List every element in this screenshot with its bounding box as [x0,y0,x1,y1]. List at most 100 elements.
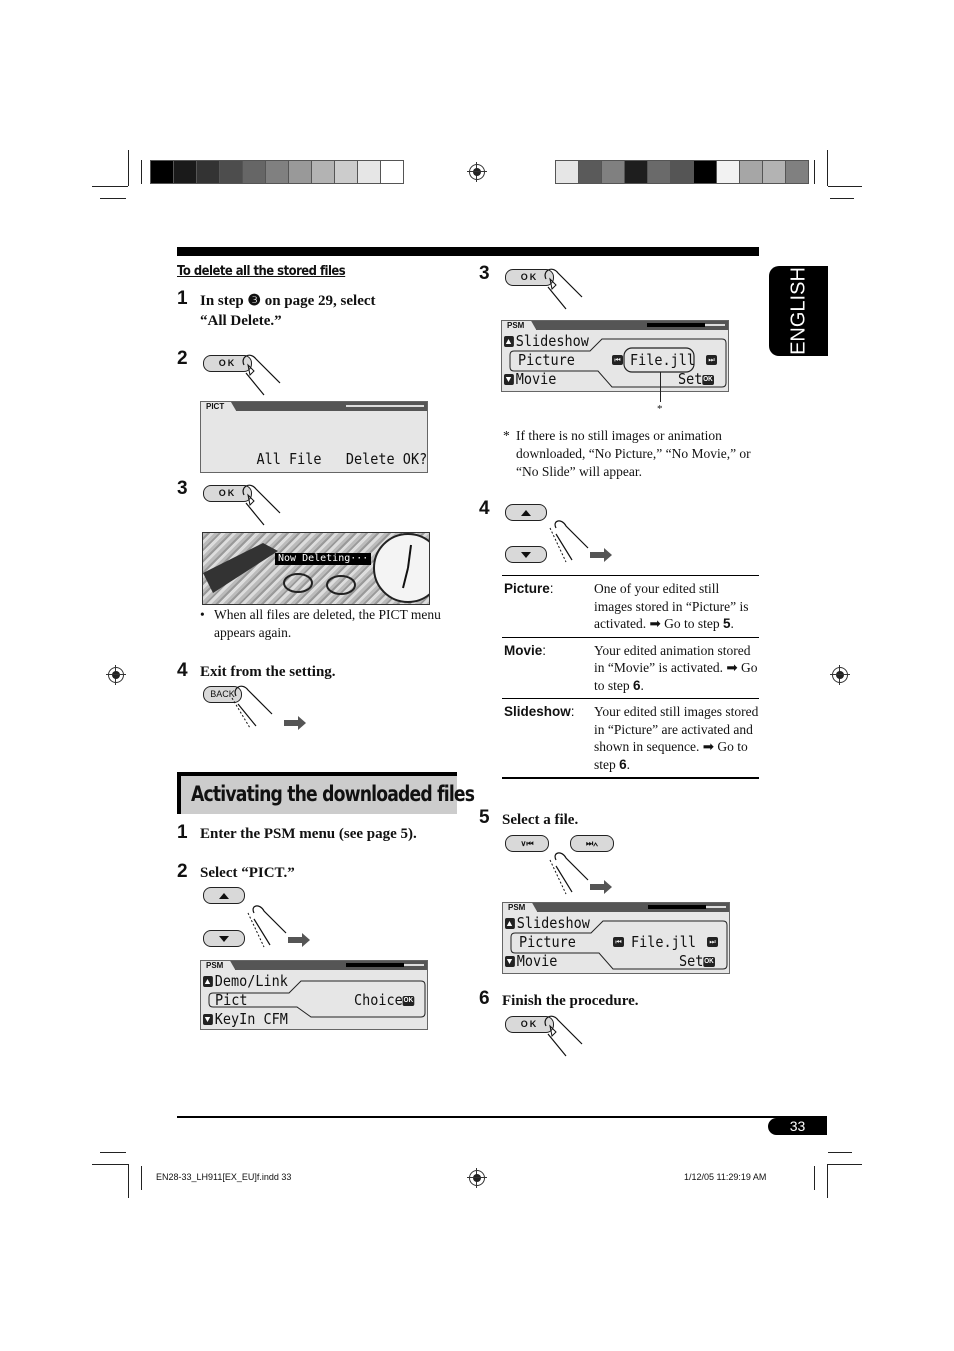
header-rule [177,247,759,256]
finger-press-icon [544,1015,583,1057]
up-arrow-icon [521,509,531,516]
lcd-display-psm-pict: PSM Demo/Link Pict ChoiceOK KeyIn CFM [200,960,428,1030]
color-bar-left [150,160,404,184]
step-number: 1 [177,288,188,309]
clock-and-glasses-illustration [203,533,429,603]
step-number: 3 [479,263,490,284]
color-swatch [602,161,625,183]
up-icon [203,976,213,987]
color-swatch [312,161,335,183]
crop-mark [827,1164,828,1198]
step-text: In step ❸ on page 29, select “All Delete… [200,293,376,329]
skip-forward-icon: ⏭ [706,355,717,365]
step-text: Select a file. [502,812,579,828]
color-swatch [174,161,197,183]
color-swatch [579,161,602,183]
color-swatch [556,161,579,183]
down-button[interactable] [505,546,547,563]
next-track-button[interactable]: ⏭∧ [570,835,614,852]
registration-mark-icon [106,665,126,685]
lcd-display-psm-file: PSM Slideshow Picture ⏮ File.jll ⏭ Movie… [501,320,729,392]
deleting-screen-image: Now Deleting··· [202,532,430,605]
step-text: Finish the procedure. [502,993,639,1009]
crop-mark [814,160,815,184]
step-number: 1 [177,822,188,843]
color-swatch [786,161,808,183]
footer-rule [177,1116,827,1118]
color-swatch [220,161,243,183]
callout-line [660,372,661,402]
crop-mark [814,1166,815,1190]
color-swatch [289,161,312,183]
subheading-delete-all: To delete all the stored files [177,263,346,279]
color-swatch [266,161,289,183]
step-number: 5 [479,807,490,828]
prev-track-button[interactable]: ∨⏮ [505,835,549,852]
step-text: Enter the PSM menu (see page 5). [200,826,417,842]
step-text: Exit from the setting. [200,664,336,680]
color-swatch [671,161,694,183]
now-deleting-label: Now Deleting··· [275,553,372,565]
color-swatch [243,161,266,183]
step-number: 2 [177,861,188,882]
note: • When all files are deleted, the PICT m… [200,607,441,640]
up-icon [505,918,515,929]
color-swatch [197,161,220,183]
crop-mark [828,1152,852,1153]
ok-chip-icon: OK [702,374,714,385]
color-swatch [381,161,403,183]
registration-mark-icon [467,162,487,182]
crop-mark [828,1164,862,1165]
crop-mark [827,150,828,186]
footer-timestamp: 1/12/05 11:29:19 AM [684,1172,767,1182]
footer-filename: EN28-33_LH911[EX_EU]f.indd 33 [156,1172,292,1182]
step-number: 3 [177,478,188,499]
color-swatch [740,161,763,183]
down-icon [504,374,514,385]
ok-chip-icon: OK [257,473,268,474]
language-tab: ENGLISH [769,266,828,356]
lcd-text: All File Delete OK? [256,450,428,468]
crop-mark [141,1166,142,1190]
step-number: 6 [479,988,490,1009]
up-arrow-icon [219,892,229,899]
section-heading: Activating the downloaded files [177,772,475,814]
down-icon [505,956,515,967]
finger-press-icon [549,852,612,895]
color-swatch [151,161,174,183]
color-swatch [335,161,358,183]
options-table: Picture: One of your edited still images… [502,575,759,779]
up-icon [504,336,514,347]
footnote: * If there is no still images or animati… [503,428,751,479]
option-row-picture: Picture: One of your edited still images… [502,576,759,638]
up-button[interactable] [203,887,245,904]
page-number: 33 [768,1118,827,1135]
color-swatch [625,161,648,183]
step-number: 4 [177,660,188,681]
crop-mark [100,1152,126,1153]
step-number: 2 [177,348,188,369]
finger-press-icon [242,484,281,526]
color-swatch [717,161,740,183]
crop-mark [128,150,129,186]
crop-mark [141,160,142,184]
crop-mark [92,186,128,187]
asterisk-label: * [657,403,663,415]
skip-back-icon: ⏮ [613,937,624,947]
registration-mark-icon [830,665,850,685]
up-button[interactable] [505,504,547,521]
finger-press-icon [549,520,612,563]
option-row-slideshow: Slideshow: Your edited still images stor… [504,704,759,772]
ok-chip-icon: OK [703,956,715,967]
down-button[interactable] [203,930,245,947]
down-icon [203,1014,213,1025]
finger-press-icon [242,354,281,396]
crop-mark [828,186,862,187]
skip-back-icon: ⏮ [612,355,623,365]
color-bar-right [555,160,809,184]
lcd-display-psm-select-file: PSM Slideshow Picture ⏮ File.jll ⏭ Movie… [502,902,730,974]
color-swatch [648,161,671,183]
crop-mark [92,1164,128,1165]
down-arrow-icon [521,551,531,558]
registration-mark-icon [467,1168,487,1188]
